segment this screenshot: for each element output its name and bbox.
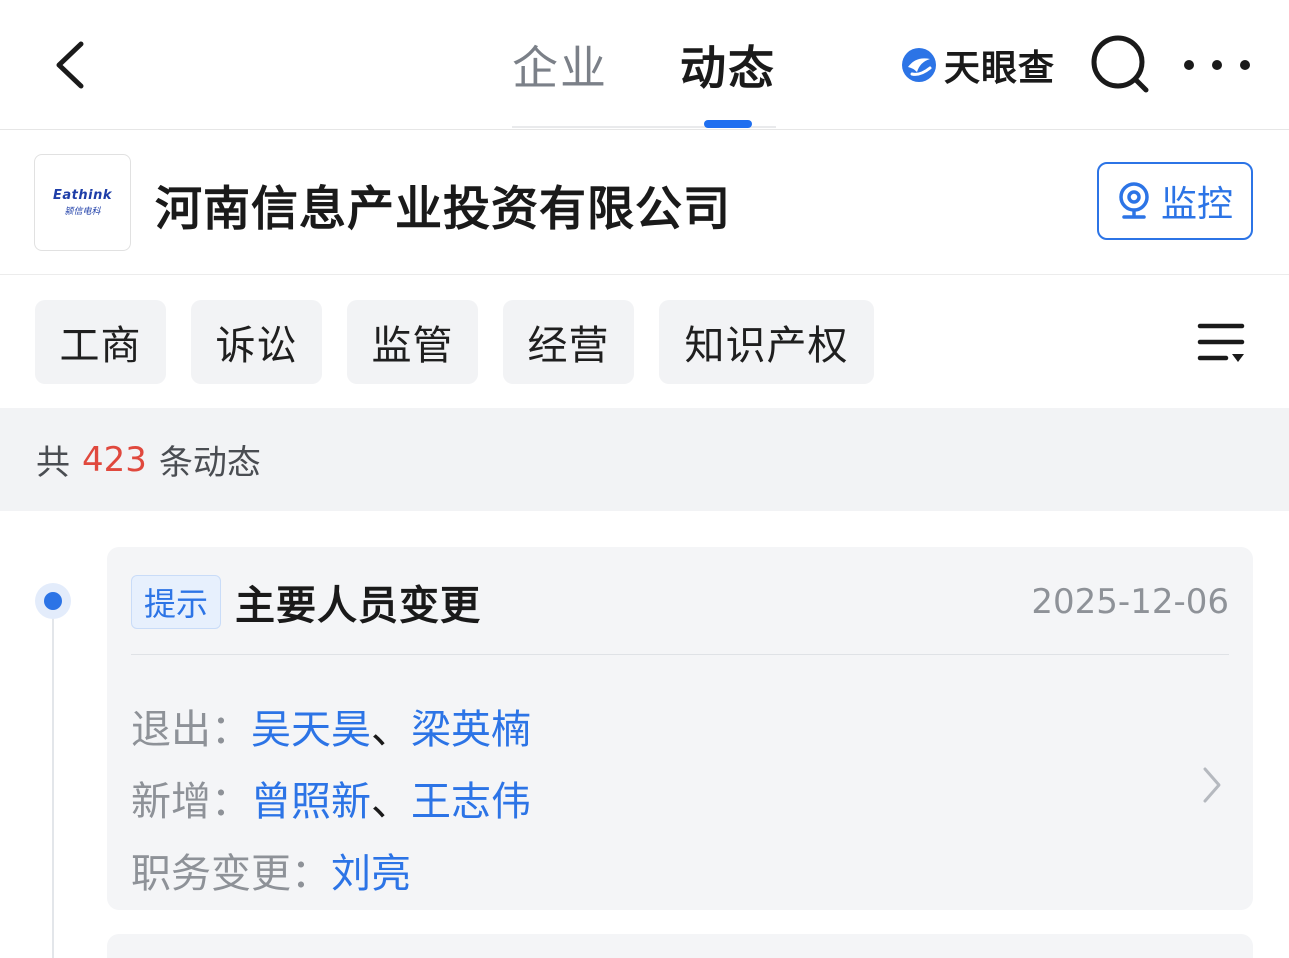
event-date: 2025-12-06: [1031, 582, 1229, 622]
more-dot-icon: [1240, 60, 1250, 70]
event-timeline: 提示 主要人员变更 2025-12-06 退出： 吴天昊 、 梁英楠 新增： 曾…: [0, 511, 1289, 958]
detail-label: 职务变更：: [131, 851, 331, 897]
chevron-left-icon: [56, 41, 84, 89]
filter-chips: 工商 诉讼 监管 经营 知识产权: [0, 276, 1289, 408]
tab-dynamic[interactable]: 动态: [680, 0, 848, 130]
more-dot-icon: [1212, 60, 1222, 70]
person-link[interactable]: 梁英楠: [411, 697, 531, 755]
card-divider: [131, 654, 1229, 655]
company-logo-cn: 颍信电科: [64, 207, 101, 217]
detail-label: 退出：: [131, 707, 251, 753]
filter-menu-icon: [1197, 323, 1245, 362]
back-button[interactable]: [40, 30, 100, 100]
event-card-header: 提示 主要人员变更 2025-12-06: [131, 574, 1229, 630]
detail-label: 新增：: [131, 779, 251, 825]
chip-litigation[interactable]: 诉讼: [191, 300, 322, 384]
person-link[interactable]: 曾照新: [251, 769, 371, 827]
company-header: Eathink 颍信电科 河南信息产业投资有限公司 监控: [0, 130, 1289, 275]
event-title: 主要人员变更: [235, 583, 482, 629]
count-prefix: 共: [36, 443, 70, 483]
person-link[interactable]: 刘亮: [331, 841, 411, 899]
timeline-line: [52, 601, 54, 958]
event-tag: 提示: [131, 575, 222, 629]
company-name: 河南信息产业投资有限公司: [155, 182, 731, 237]
brand-name: 天眼查: [944, 48, 1056, 89]
company-logo: Eathink 颍信电科: [34, 154, 131, 251]
tab-company[interactable]: 企业: [512, 0, 680, 130]
monitor-button[interactable]: 监控: [1097, 162, 1253, 240]
person-link[interactable]: 王志伟: [411, 769, 531, 827]
search-button[interactable]: [1088, 32, 1154, 98]
monitor-label: 监控: [1160, 184, 1233, 225]
dynamic-count-bar: 共 423 条动态: [0, 408, 1289, 511]
more-dot-icon: [1184, 60, 1194, 70]
chevron-right-icon: [1203, 767, 1221, 803]
more-button[interactable]: [1184, 50, 1250, 80]
timeline-dot: [35, 583, 71, 619]
chip-ip[interactable]: 知识产权: [659, 300, 874, 384]
separator: 、: [371, 779, 411, 825]
top-nav-bar: 企业 动态 天眼查: [0, 0, 1289, 130]
search-icon: [1091, 35, 1149, 93]
filter-menu-button[interactable]: [1196, 320, 1248, 368]
active-tab-indicator: [704, 120, 752, 128]
event-card[interactable]: 提示 主要人员变更 2025-12-06 退出： 吴天昊 、 梁英楠 新增： 曾…: [107, 547, 1253, 910]
detail-row-role-change: 职务变更： 刘亮: [131, 841, 411, 899]
webcam-icon: [1119, 182, 1149, 219]
separator: 、: [371, 707, 411, 753]
detail-row-add: 新增： 曾照新 、 王志伟: [131, 769, 531, 827]
company-logo-en: Eathink: [53, 188, 112, 203]
event-card-next[interactable]: [107, 934, 1253, 958]
tianyancha-logo-icon: [902, 48, 936, 82]
person-link[interactable]: 吴天昊: [251, 697, 371, 755]
brand-logo: 天眼查: [900, 40, 1055, 90]
chip-operation[interactable]: 经营: [503, 300, 634, 384]
count-suffix: 条动态: [158, 443, 261, 483]
detail-row-exit: 退出： 吴天昊 、 梁英楠: [131, 697, 531, 755]
card-detail-button[interactable]: [1199, 765, 1225, 805]
top-tabs: 企业 动态: [512, 0, 848, 130]
chip-regulation[interactable]: 监管: [347, 300, 478, 384]
chip-business[interactable]: 工商: [35, 300, 166, 384]
count-number: 423: [82, 439, 147, 480]
